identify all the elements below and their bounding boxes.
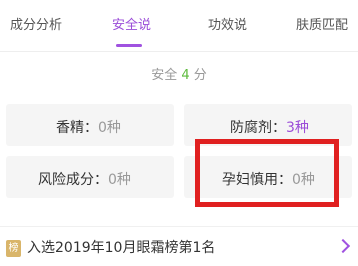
active-tab-indicator	[116, 44, 142, 47]
tab-ingredient-analysis[interactable]: 成分分析	[10, 16, 62, 36]
tab-safety[interactable]: 安全说	[112, 16, 151, 36]
risk-ingredient-card[interactable]: 风险成分：0种	[6, 156, 174, 198]
risk-label: 风险成分：	[38, 172, 108, 188]
ranking-row[interactable]: 榜 入选2019年10月眼霜榜第1名	[0, 234, 358, 262]
score-unit: 分	[193, 68, 207, 83]
safety-score: 安全 4 分	[0, 66, 358, 86]
ranking-text: 入选2019年10月眼霜榜第1名	[27, 240, 216, 256]
risk-value: 0种	[108, 172, 131, 188]
tab-efficacy[interactable]: 功效说	[208, 16, 247, 36]
tab-bar: 成分分析 安全说 功效说 肤质匹配	[0, 0, 358, 52]
fragrance-label: 香精：	[56, 120, 98, 136]
fragrance-card[interactable]: 香精：0种	[6, 104, 174, 146]
ranking-badge-icon: 榜	[6, 240, 21, 257]
highlight-annotation	[195, 139, 339, 207]
section-divider	[0, 226, 358, 227]
preservative-value: 3种	[286, 120, 309, 136]
tab-divider	[0, 51, 358, 52]
preservative-label: 防腐剂：	[230, 120, 286, 136]
score-value: 4	[181, 68, 190, 83]
chevron-right-icon	[335, 238, 351, 254]
tab-skin-match[interactable]: 肤质匹配	[296, 16, 348, 36]
fragrance-value: 0种	[98, 120, 121, 136]
score-label: 安全	[151, 68, 178, 83]
